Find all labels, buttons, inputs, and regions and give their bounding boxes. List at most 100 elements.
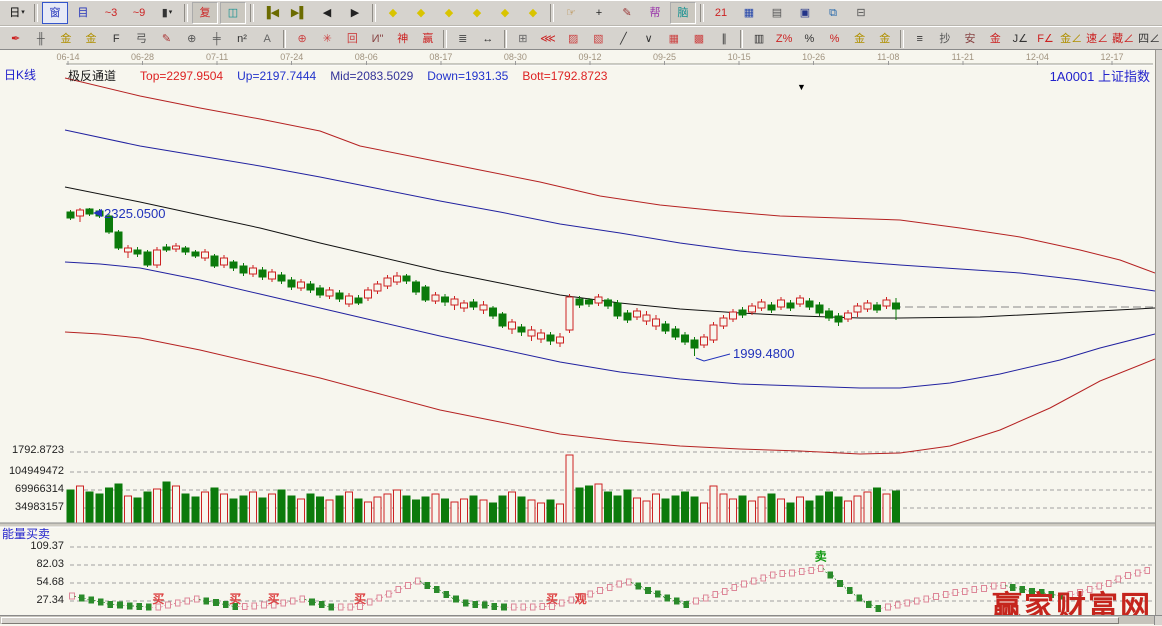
- buy-signal: 买: [354, 592, 366, 606]
- gold-grid2-icon: 金: [86, 29, 97, 49]
- measure-bars-icon[interactable]: ▥: [747, 28, 770, 50]
- si-angle-icon[interactable]: 四∠: [1137, 28, 1161, 50]
- percent-icon[interactable]: %: [798, 28, 821, 50]
- draw-line-icon[interactable]: ✎: [614, 2, 640, 24]
- period-day-button[interactable]: 日▾: [4, 2, 30, 24]
- dense-grid-icon[interactable]: ╪: [205, 28, 228, 50]
- percent-line-icon[interactable]: %: [823, 28, 846, 50]
- channel-line-up_blue: [65, 130, 1155, 291]
- kline-style-icon[interactable]: ▮▾: [154, 2, 180, 24]
- right-scrollbar[interactable]: [1155, 50, 1162, 615]
- gold-grid2-icon[interactable]: 金: [79, 28, 102, 50]
- fan-lines-icon[interactable]: ⋘: [536, 28, 559, 50]
- calculator-icon[interactable]: ▦: [736, 2, 762, 24]
- pen-grid-icon[interactable]: ✎: [155, 28, 178, 50]
- export-icon: ⧉: [829, 3, 837, 23]
- gold-angle-icon[interactable]: 金∠: [1059, 28, 1083, 50]
- ruler-icon[interactable]: ≣: [451, 28, 474, 50]
- strategy-icon[interactable]: 帮: [642, 2, 668, 24]
- diamond-hshrink-icon[interactable]: ◆: [464, 2, 490, 24]
- brush-icon[interactable]: ✒: [4, 28, 27, 50]
- toolbar-separator: [900, 30, 904, 48]
- pen-grid-icon: ✎: [162, 29, 171, 49]
- analysis-chart-icon[interactable]: ◫: [220, 2, 246, 24]
- star-red-icon[interactable]: ✳: [316, 28, 339, 50]
- v-shape-icon[interactable]: ∨: [637, 28, 660, 50]
- notepad-icon[interactable]: ▤: [764, 2, 790, 24]
- target-red-icon[interactable]: ⊕: [290, 28, 313, 50]
- export-icon[interactable]: ⧉: [820, 2, 846, 24]
- box-red-icon[interactable]: 回: [341, 28, 364, 50]
- gold-grid-icon[interactable]: 金: [54, 28, 77, 50]
- gold-box-icon[interactable]: 金: [984, 28, 1007, 50]
- gold-circle2-icon[interactable]: 金: [873, 28, 896, 50]
- cang-angle-icon[interactable]: 藏∠: [1111, 28, 1135, 50]
- restore-rights-icon[interactable]: 复: [192, 2, 218, 24]
- percent-strike-icon[interactable]: Z%: [773, 28, 796, 50]
- crosshair-tool-icon[interactable]: +: [586, 2, 612, 24]
- minute-chart-3-icon[interactable]: ~3: [98, 2, 124, 24]
- diamond-vshrink-icon[interactable]: ◆: [520, 2, 546, 24]
- marker-triangle-icon: ▼: [797, 82, 806, 92]
- chao-tool-icon[interactable]: 抄: [933, 28, 956, 50]
- chao-tool-icon: 抄: [939, 29, 950, 49]
- an-tool-icon[interactable]: 安: [958, 28, 981, 50]
- minute-chart-9-icon[interactable]: ~9: [126, 2, 152, 24]
- toolbar-separator: [550, 4, 554, 22]
- shaded-box-icon[interactable]: ▨: [562, 28, 585, 50]
- f-grid-icon[interactable]: F: [105, 28, 128, 50]
- kline-style-icon: ▮: [162, 3, 168, 23]
- buy-signal: 买: [268, 592, 280, 606]
- gold-circle-icon[interactable]: 金: [848, 28, 871, 50]
- diamond-left-icon[interactable]: ◆: [380, 2, 406, 24]
- hatch-box-icon[interactable]: ▧: [587, 28, 610, 50]
- horizontal-scrollbar[interactable]: [0, 615, 1162, 624]
- j-angle-icon[interactable]: J∠: [1009, 28, 1032, 50]
- shen-icon[interactable]: 神: [391, 28, 414, 50]
- watch-signal: 观: [575, 592, 587, 606]
- su-angle-icon[interactable]: 速∠: [1085, 28, 1109, 50]
- f-grid-icon: F: [113, 29, 120, 49]
- last-page-icon[interactable]: ▶▌: [286, 2, 312, 24]
- ying-icon[interactable]: 赢: [416, 28, 439, 50]
- page-left-icon[interactable]: ◀: [314, 2, 340, 24]
- symbol-title[interactable]: 1A0001 上证指数: [1050, 66, 1150, 85]
- indicator-header: 极反通道Top=2297.9504Up=2197.7444Mid=2083.50…: [68, 67, 621, 84]
- n2-grid-icon[interactable]: n²: [230, 28, 253, 50]
- horizontal-scrollbar-thumb[interactable]: [1, 617, 1119, 624]
- toolbar-separator: [740, 30, 744, 48]
- smart-analysis-icon: 脑: [678, 3, 689, 23]
- trend-line-icon[interactable]: ╱: [612, 28, 635, 50]
- info-view-icon[interactable]: 目: [70, 2, 96, 24]
- calendar-icon[interactable]: 21: [708, 2, 734, 24]
- a-flag-icon[interactable]: A: [256, 28, 279, 50]
- window-mode-icon[interactable]: 窗: [42, 2, 68, 24]
- hand-tool-icon[interactable]: ☞: [558, 2, 584, 24]
- channel-top-value: Top=2297.9504: [140, 69, 223, 83]
- diamond-vexpand-icon[interactable]: ◆: [492, 2, 518, 24]
- grid-box-icon[interactable]: ▦: [662, 28, 685, 50]
- n2-grid-icon: n²: [237, 29, 247, 49]
- width-measure-icon[interactable]: ↔: [476, 28, 499, 50]
- save-icon[interactable]: ▣: [792, 2, 818, 24]
- n-quote-icon[interactable]: И": [366, 28, 389, 50]
- grid-tool-icon[interactable]: ╫: [29, 28, 52, 50]
- kline-chart-canvas[interactable]: 06-1406-2807-1107-2408-0608-1708-3009-12…: [0, 50, 1155, 615]
- channel-name-label[interactable]: 极反通道: [68, 69, 116, 83]
- grid-box2-icon[interactable]: ▩: [687, 28, 710, 50]
- diamond-hexpand-icon[interactable]: ◆: [436, 2, 462, 24]
- first-page-icon[interactable]: ▐◀: [258, 2, 284, 24]
- diamond-right-icon[interactable]: ◆: [408, 2, 434, 24]
- rect-tool-icon[interactable]: ⊞: [511, 28, 534, 50]
- circle-grid-icon[interactable]: ⊕: [180, 28, 203, 50]
- bars-rule-icon[interactable]: ≡: [908, 28, 931, 50]
- price-scale-bottom: 1792.8723: [0, 444, 64, 456]
- parallel-lines-icon[interactable]: ∥: [713, 28, 736, 50]
- print-icon[interactable]: ⊟: [848, 2, 874, 24]
- f-angle-icon[interactable]: F∠: [1034, 28, 1057, 50]
- date-label: 09-12: [578, 52, 601, 62]
- toolbar-separator: [504, 30, 508, 48]
- page-right-icon[interactable]: ▶: [342, 2, 368, 24]
- smart-analysis-icon[interactable]: 脑: [670, 2, 696, 24]
- bow-grid-icon[interactable]: 弓: [130, 28, 153, 50]
